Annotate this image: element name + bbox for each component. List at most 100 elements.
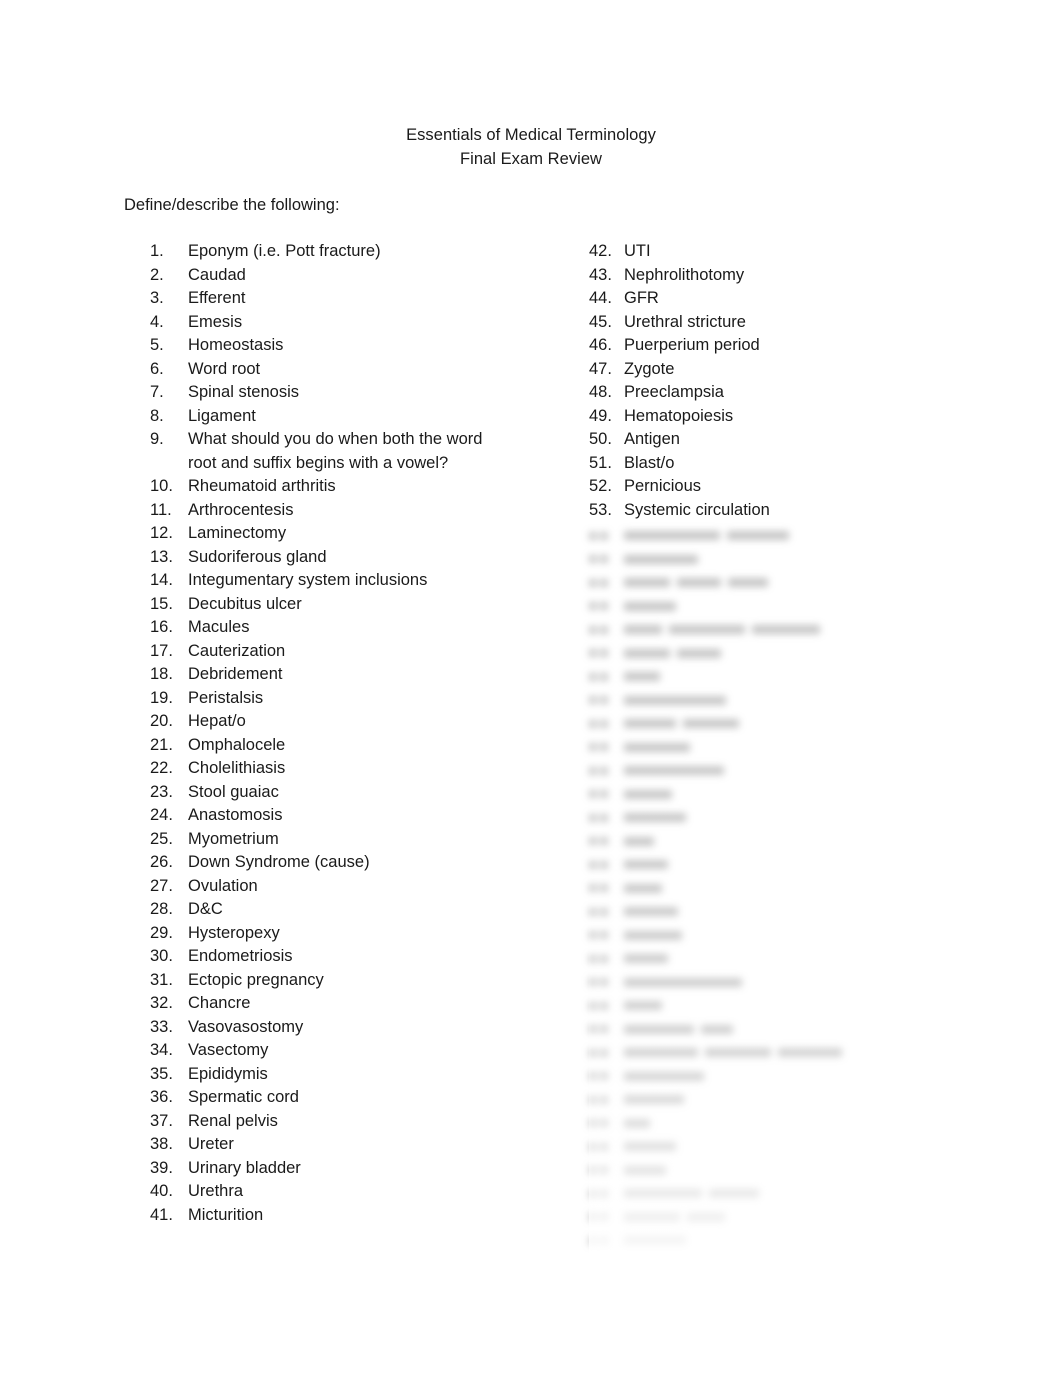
list-item: 17. Cauterization	[150, 640, 550, 664]
list-item-label: D&C	[188, 900, 223, 918]
list-item-number: 32.	[150, 994, 173, 1012]
obscured-item-label	[624, 789, 1009, 799]
obscured-item-number	[589, 1166, 624, 1175]
list-item-number: 49.	[589, 406, 612, 425]
list-item-label: Vasectomy	[188, 1041, 269, 1059]
list-item: 19. Peristalsis	[150, 687, 550, 711]
obscured-list-item	[589, 1182, 1009, 1206]
obscured-list-item	[589, 900, 1009, 924]
obscured-list-item	[589, 712, 1009, 736]
list-item-number: 38.	[150, 1135, 173, 1153]
list-item: 8. Ligament	[150, 405, 550, 429]
obscured-item-label	[624, 1048, 1009, 1058]
obscured-item-number	[589, 813, 624, 822]
list-item-label: Systemic circulation	[624, 500, 770, 519]
list-item-label: Homeostasis	[188, 336, 284, 354]
list-item: 4. Emesis	[150, 311, 550, 335]
list-item-number: 30.	[150, 947, 173, 965]
list-item: 2. Caudad	[150, 264, 550, 288]
obscured-item-label	[624, 578, 1009, 588]
list-item: 6. Word root	[150, 358, 550, 382]
list-item-number: 10.	[150, 477, 173, 495]
obscured-list-item	[589, 759, 1009, 783]
list-item-label: Ectopic pregnancy	[188, 970, 324, 989]
obscured-item-label	[624, 766, 1009, 776]
obscured-list-item	[589, 783, 1009, 807]
obscured-item-label	[624, 1071, 1009, 1081]
obscured-item-number	[589, 907, 624, 916]
list-item-label: Myometrium	[188, 829, 279, 848]
list-item-number: 48.	[589, 383, 612, 401]
obscured-item-number	[589, 649, 624, 658]
list-item: 35. Epididymis	[150, 1063, 550, 1087]
instruction-text: Define/describe the following:	[124, 196, 340, 214]
list-item-label: Decubitus ulcer	[188, 594, 302, 613]
obscured-list-item	[589, 1018, 1009, 1042]
obscured-item-label	[624, 883, 1009, 893]
page-title: Essentials of Medical Terminology Final …	[0, 124, 1062, 171]
obscured-item-label	[624, 531, 1009, 541]
list-item: 39. Urinary bladder	[150, 1157, 550, 1181]
obscured-item-number	[589, 602, 624, 611]
obscured-list-item	[589, 947, 1009, 971]
list-item-number: 3.	[150, 289, 164, 307]
list-item-number: 6.	[150, 359, 164, 378]
obscured-item-number	[589, 837, 624, 846]
list-item: 22. Cholelithiasis	[150, 757, 550, 781]
obscured-item-label	[624, 813, 1009, 823]
obscured-item-label	[624, 907, 1009, 917]
list-item-label: Arthrocentesis	[188, 500, 294, 519]
list-item-label: Hepat/o	[188, 712, 246, 730]
list-item-label: Emesis	[188, 312, 243, 331]
list-item-label: Vasovasostomy	[188, 1017, 304, 1036]
obscured-item-number	[589, 1048, 624, 1057]
obscured-item-label	[624, 719, 1009, 729]
obscured-item-number	[589, 578, 624, 587]
list-item-number: 27.	[150, 876, 173, 895]
list-item: 13. Sudoriferous gland	[150, 546, 550, 570]
obscured-item-label	[624, 648, 1009, 658]
list-item-number: 14.	[150, 571, 173, 589]
list-item: 24. Anastomosis	[150, 804, 550, 828]
list-item: 1. Eponym (i.e. Pott fracture)	[150, 240, 550, 264]
list-item: 44. GFR	[589, 287, 1009, 311]
list-item-number: 16.	[150, 618, 173, 636]
obscured-item-label	[624, 1189, 1009, 1199]
list-item: 29. Hysteropexy	[150, 922, 550, 946]
obscured-list-item	[589, 548, 1009, 572]
obscured-item-label	[624, 836, 1009, 846]
list-item-number: 2.	[150, 265, 164, 284]
list-item-label: Anastomosis	[188, 806, 283, 824]
obscured-item-number	[589, 790, 624, 799]
obscured-list-item	[589, 806, 1009, 830]
list-item: 48. Preeclampsia	[589, 381, 1009, 405]
list-item-number: 34.	[150, 1041, 173, 1059]
list-item-number: 8.	[150, 406, 164, 425]
list-item-number: 26.	[150, 853, 173, 871]
list-item-label: Integumentary system inclusions	[188, 571, 428, 589]
preview-fade-overlay	[589, 524, 1009, 1264]
obscured-list-item	[589, 1135, 1009, 1159]
list-item-number: 5.	[150, 336, 164, 354]
list-item-label: Rheumatoid arthritis	[188, 477, 336, 495]
list-item-label: Urethra	[188, 1182, 244, 1200]
obscured-list-item	[589, 1041, 1009, 1065]
list-item-number: 44.	[589, 289, 612, 307]
list-item: 51. Blast/o	[589, 452, 1009, 476]
list-item: 11. Arthrocentesis	[150, 499, 550, 523]
obscured-list-item	[589, 618, 1009, 642]
list-item: 14. Integumentary system inclusions	[150, 569, 550, 593]
list-item-number: 22.	[150, 759, 173, 777]
list-item-number: 12.	[150, 524, 173, 542]
list-item-number: 39.	[150, 1158, 173, 1177]
list-item: 3. Efferent	[150, 287, 550, 311]
title-line-1: Essentials of Medical Terminology	[406, 126, 656, 144]
list-item: 30. Endometriosis	[150, 945, 550, 969]
obscured-preview-region	[589, 524, 1009, 1264]
list-item-number: 15.	[150, 594, 173, 613]
list-item-number: 21.	[150, 735, 173, 754]
list-item: 31. Ectopic pregnancy	[150, 969, 550, 993]
list-item-number: 33.	[150, 1017, 173, 1036]
list-item: 36. Spermatic cord	[150, 1086, 550, 1110]
list-item-label: Ovulation	[188, 876, 258, 895]
